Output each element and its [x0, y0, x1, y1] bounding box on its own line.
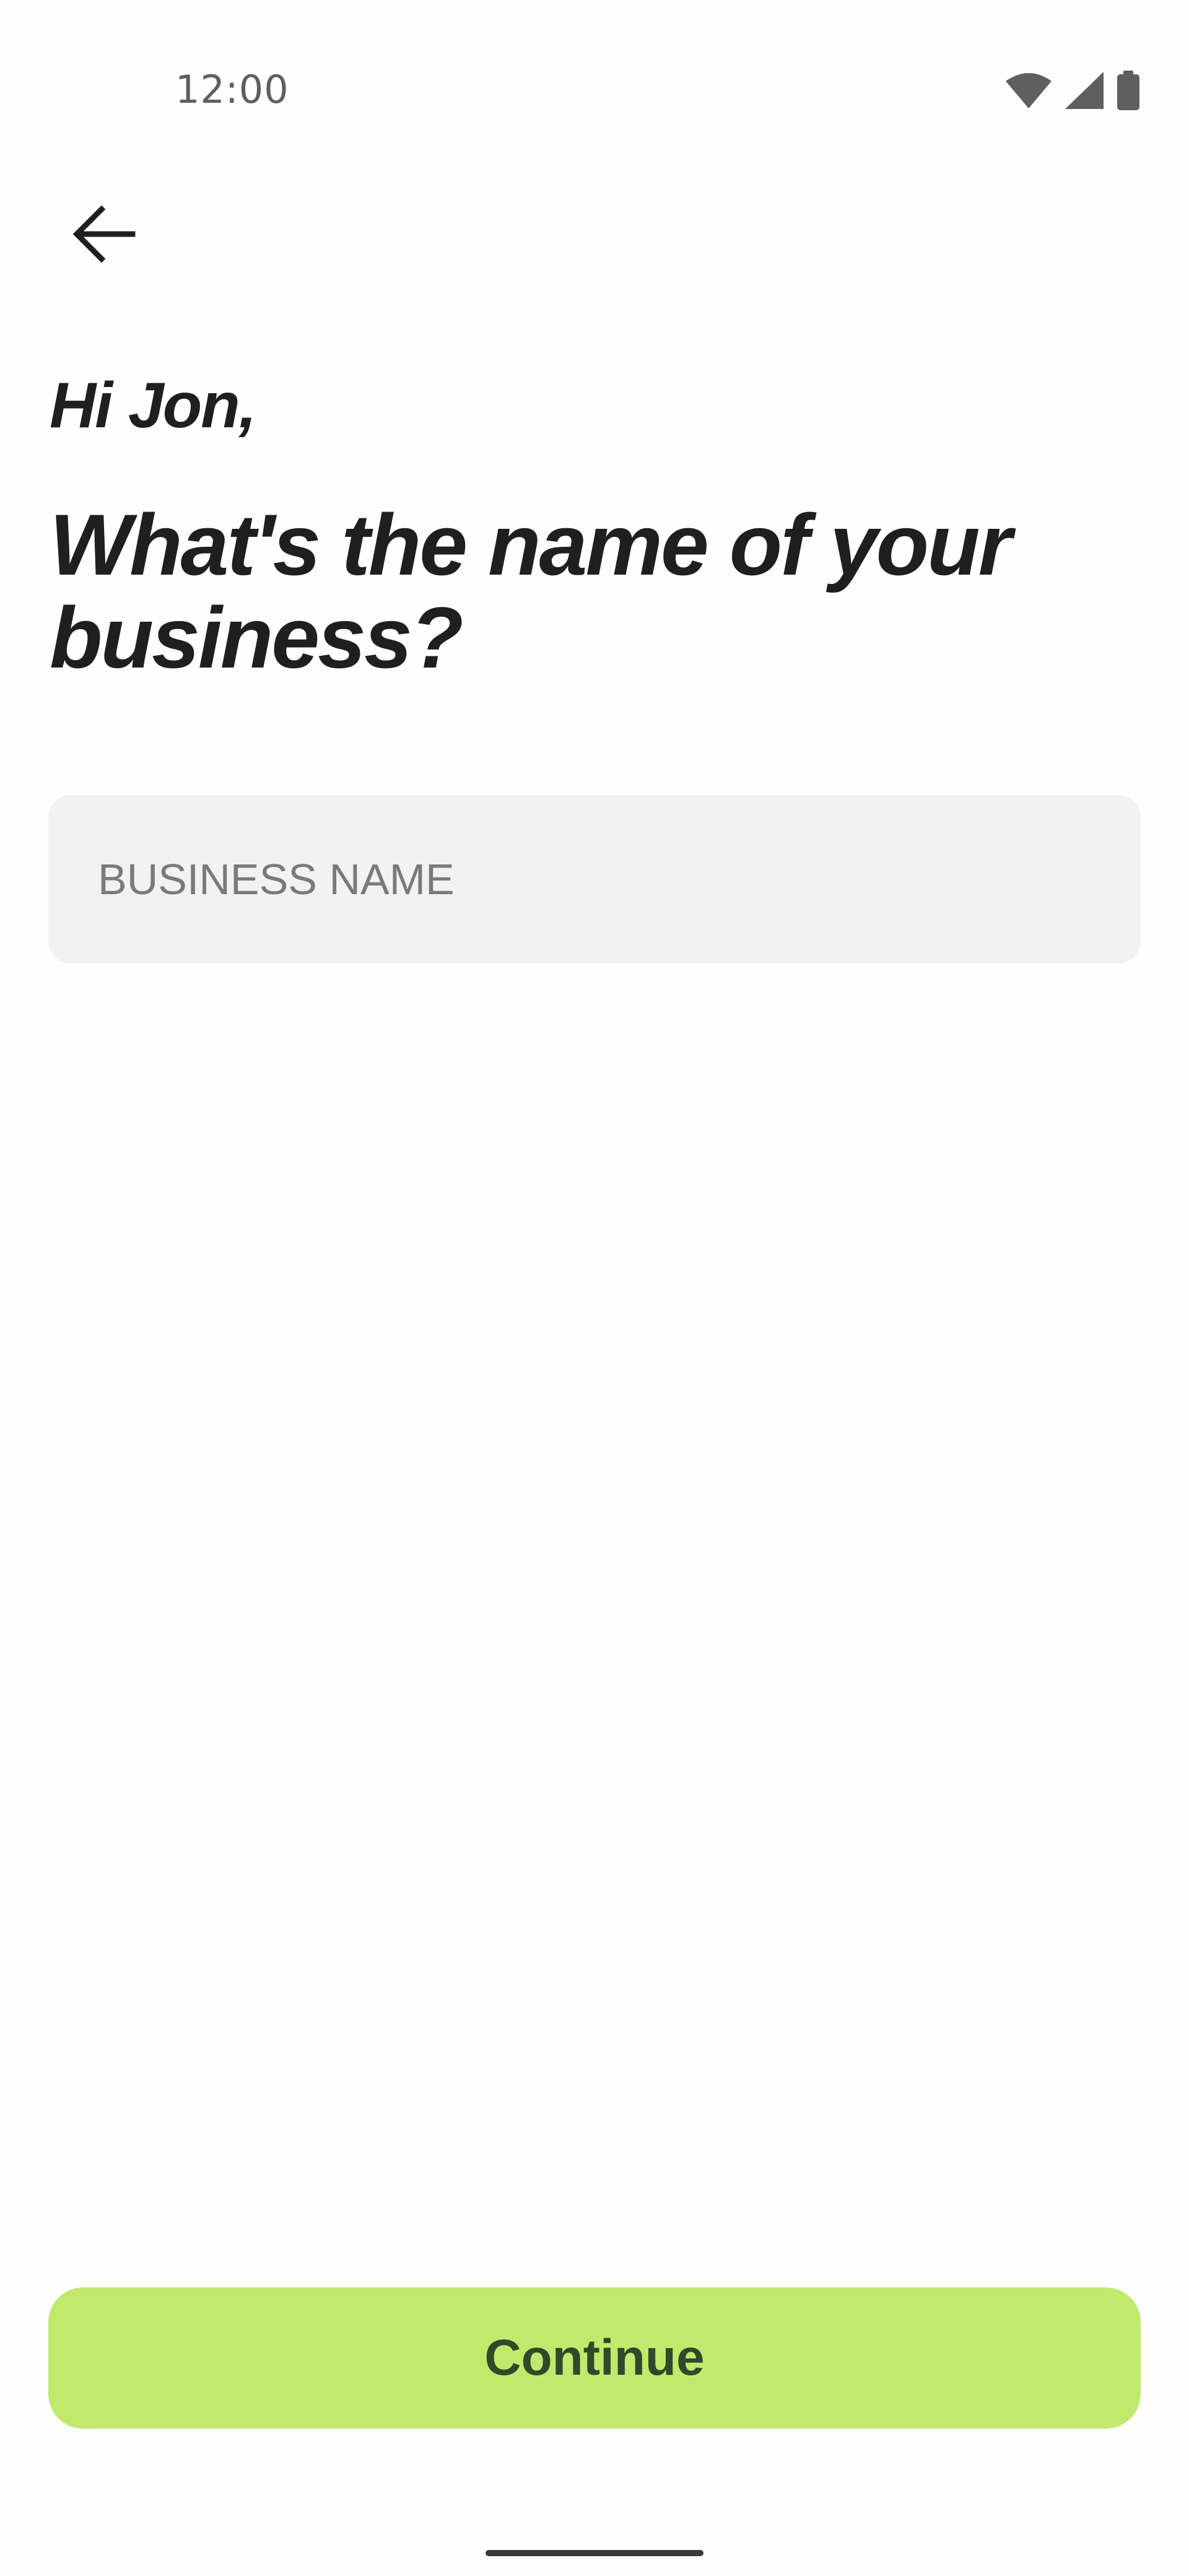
- continue-button[interactable]: Continue: [48, 2287, 1141, 2429]
- cellular-signal-icon: [1064, 72, 1105, 110]
- battery-icon: [1116, 71, 1141, 111]
- greeting: Hi Jon,: [50, 370, 257, 442]
- page-title: What's the name of your business?: [50, 496, 1012, 686]
- home-indicator[interactable]: [486, 2550, 703, 2556]
- status-icons: [1004, 69, 1141, 113]
- arrow-left-icon: [72, 202, 136, 269]
- status-bar: 12:00: [0, 0, 1189, 161]
- business-name-field[interactable]: [48, 795, 1141, 964]
- status-time: 12:00: [175, 67, 289, 112]
- wifi-icon: [1004, 72, 1053, 110]
- back-button[interactable]: [54, 186, 154, 285]
- business-name-input[interactable]: [48, 795, 1141, 964]
